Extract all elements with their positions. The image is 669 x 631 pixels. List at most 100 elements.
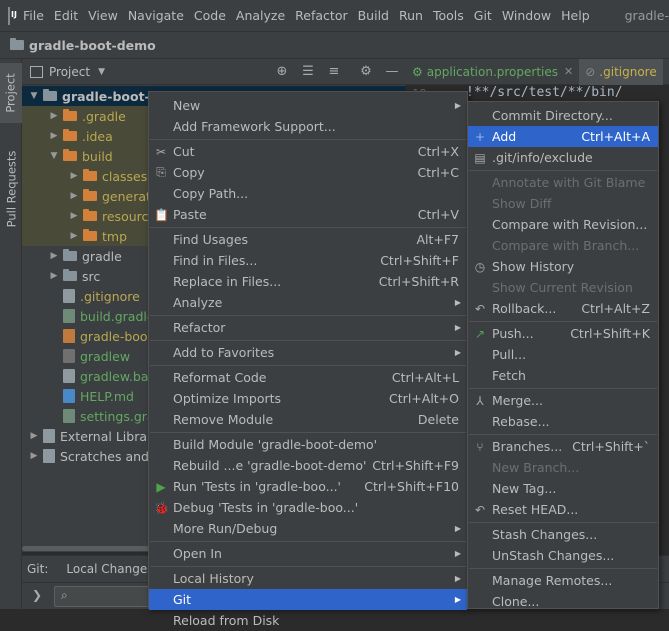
menu-file[interactable]: File: [18, 8, 49, 23]
folder-icon: [63, 249, 77, 261]
submenu-arrow-icon: ▶: [454, 595, 461, 604]
expand-all-icon[interactable]: ☰: [300, 64, 316, 80]
chevron-down-icon[interactable]: ▼: [48, 151, 60, 161]
git-item-new-tag[interactable]: New Tag...: [468, 478, 658, 499]
ctx-item-reload-from-disk[interactable]: Reload from Disk: [149, 610, 467, 631]
ctx-item-rebuild-e-gradle-boot-demo[interactable]: Rebuild ...e 'gradle-boot-demo' Ctrl+Shif…: [149, 455, 467, 476]
ctx-item-run-tests-in-gradle-boo[interactable]: ▶ Run 'Tests in 'gradle-boo...' Ctrl+Shift…: [149, 476, 467, 497]
ctx-item-paste[interactable]: 📋 Paste Ctrl+V: [149, 204, 467, 225]
git-item-rollback[interactable]: ↶ Rollback... Ctrl+Alt+Z: [468, 298, 658, 319]
close-icon[interactable]: ✕: [564, 65, 573, 78]
ctx-item-copy[interactable]: ⎘ Copy Ctrl+C: [149, 162, 467, 183]
ctx-item-local-history[interactable]: Local History ▶: [149, 568, 467, 589]
ctx-item-git[interactable]: Git ▶: [149, 589, 467, 610]
menu-help[interactable]: Help: [556, 8, 595, 23]
reset-head-icon: ↶: [474, 502, 486, 517]
menu-code[interactable]: Code: [189, 8, 231, 23]
chevron-right-icon[interactable]: ▶: [68, 231, 80, 241]
ctx-item-new[interactable]: New ▶: [149, 95, 467, 116]
menu-analyze[interactable]: Analyze: [231, 8, 290, 23]
chevron-right-icon[interactable]: ▶: [68, 211, 80, 221]
git-item-show-current-revision: Show Current Revision: [468, 277, 658, 298]
menu-item-label: Copy: [173, 165, 205, 180]
tab-pull-requests[interactable]: Pull Requests: [0, 139, 22, 239]
ctx-item-more-run-debug[interactable]: More Run/Debug ▶: [149, 518, 467, 539]
chevron-right-icon[interactable]: ▶: [48, 111, 60, 121]
tree-label: gradle: [82, 248, 122, 264]
ctx-item-find-usages[interactable]: Find Usages Alt+F7: [149, 229, 467, 250]
menu-item-label: Commit Directory...: [492, 108, 613, 123]
tab-application-properties[interactable]: ⚙ application.properties ✕: [406, 59, 579, 85]
git-item-stash-changes[interactable]: Stash Changes...: [468, 524, 658, 545]
menu-view[interactable]: View: [83, 8, 123, 23]
scrollbar-thumb[interactable]: [22, 546, 152, 551]
ctx-item-build-module-gradle-boot-demo[interactable]: Build Module 'gradle-boot-demo': [149, 434, 467, 455]
ctx-item-reformat-code[interactable]: Reformat Code Ctrl+Alt+L: [149, 367, 467, 388]
chevron-right-icon[interactable]: ▶: [68, 171, 80, 181]
menu-item-shortcut: Delete: [417, 412, 459, 427]
chevron-down-icon[interactable]: ▼: [98, 67, 105, 77]
git-item-push[interactable]: ↗ Push... Ctrl+Shift+K: [468, 323, 658, 344]
code-line[interactable]: !**/src/test/**/bin/: [466, 85, 623, 100]
chevron-right-icon[interactable]: ▶: [48, 131, 60, 141]
menu-git[interactable]: Git: [469, 8, 497, 23]
breadcrumb-project[interactable]: gradle-boot-demo: [29, 38, 156, 53]
ctx-item-copy-path[interactable]: Copy Path...: [149, 183, 467, 204]
git-item-compare-with-revision[interactable]: Compare with Revision...: [468, 214, 658, 235]
menu-separator: [469, 321, 657, 322]
hide-icon[interactable]: —: [384, 64, 400, 80]
merge-icon: ⅄: [476, 393, 484, 408]
ctx-item-find-in-files[interactable]: Find in Files... Ctrl+Shift+F: [149, 250, 467, 271]
git-item-show-history[interactable]: ◷ Show History: [468, 256, 658, 277]
ctx-item-add-to-favorites[interactable]: Add to Favorites ▶: [149, 342, 467, 363]
chevron-right-icon[interactable]: ▶: [68, 191, 80, 201]
menu-separator: [150, 227, 466, 228]
ctx-item-remove-module[interactable]: Remove Module Delete: [149, 409, 467, 430]
chevron-right-icon[interactable]: ❯: [32, 588, 42, 602]
git-item-git-info-exclude[interactable]: ▤ .git/info/exclude: [468, 147, 658, 168]
tab-local-changes[interactable]: Local Changes: [66, 562, 153, 576]
git-item-reset-head[interactable]: ↶ Reset HEAD...: [468, 499, 658, 520]
git-item-new-branch: New Branch...: [468, 457, 658, 478]
ctx-item-open-in[interactable]: Open In ▶: [149, 543, 467, 564]
menu-refactor[interactable]: Refactor: [290, 8, 352, 23]
ctx-item-cut[interactable]: ✂ Cut Ctrl+X: [149, 141, 467, 162]
git-item-unstash-changes[interactable]: UnStash Changes...: [468, 545, 658, 566]
ctx-item-add-framework-support[interactable]: Add Framework Support...: [149, 116, 467, 137]
menu-tools[interactable]: Tools: [428, 8, 469, 23]
chevron-right-icon[interactable]: ▶: [28, 451, 40, 461]
ctx-item-replace-in-files[interactable]: Replace in Files... Ctrl+Shift+R: [149, 271, 467, 292]
chevron-right-icon[interactable]: ▶: [28, 431, 40, 441]
locate-icon[interactable]: ⊕: [274, 64, 290, 80]
tab-gitignore[interactable]: ⊘ .gitignore: [579, 58, 663, 85]
git-item-merge[interactable]: ⅄ Merge...: [468, 390, 658, 411]
tree-label: gradlew: [80, 348, 131, 364]
menu-item-label: New: [173, 98, 201, 113]
menu-item-label: Run 'Tests in 'gradle-boo...': [173, 479, 341, 494]
ctx-item-debug-tests-in-gradle-boo[interactable]: 🐞 Debug 'Tests in 'gradle-boo...': [149, 497, 467, 518]
menu-separator: [469, 522, 657, 523]
menu-build[interactable]: Build: [353, 8, 394, 23]
git-item-rebase[interactable]: Rebase...: [468, 411, 658, 432]
tab-project[interactable]: Project: [0, 63, 22, 123]
ctx-item-refactor[interactable]: Refactor ▶: [149, 317, 467, 338]
menu-edit[interactable]: Edit: [49, 8, 83, 23]
ctx-item-analyze[interactable]: Analyze ▶: [149, 292, 467, 313]
git-item-fetch[interactable]: Fetch: [468, 365, 658, 386]
collapse-all-icon[interactable]: ≡: [326, 64, 342, 80]
chevron-down-icon[interactable]: ▼: [28, 91, 40, 101]
git-item-pull[interactable]: Pull...: [468, 344, 658, 365]
ctx-item-optimize-imports[interactable]: Optimize Imports Ctrl+Alt+O: [149, 388, 467, 409]
menu-window[interactable]: Window: [497, 8, 556, 23]
git-item-branches[interactable]: ⑂ Branches... Ctrl+Shift+`: [468, 436, 658, 457]
chevron-right-icon[interactable]: ▶: [48, 251, 60, 261]
git-item-add[interactable]: + Add Ctrl+Alt+A: [468, 126, 658, 147]
tree-label: src: [82, 268, 101, 284]
panel-title[interactable]: Project: [49, 65, 90, 79]
git-item-manage-remotes[interactable]: Manage Remotes...: [468, 570, 658, 591]
chevron-right-icon[interactable]: ▶: [48, 271, 60, 281]
gear-icon[interactable]: ⚙: [358, 64, 374, 80]
menu-run[interactable]: Run: [394, 8, 428, 23]
menu-navigate[interactable]: Navigate: [123, 8, 189, 23]
git-item-commit-directory[interactable]: Commit Directory...: [468, 105, 658, 126]
